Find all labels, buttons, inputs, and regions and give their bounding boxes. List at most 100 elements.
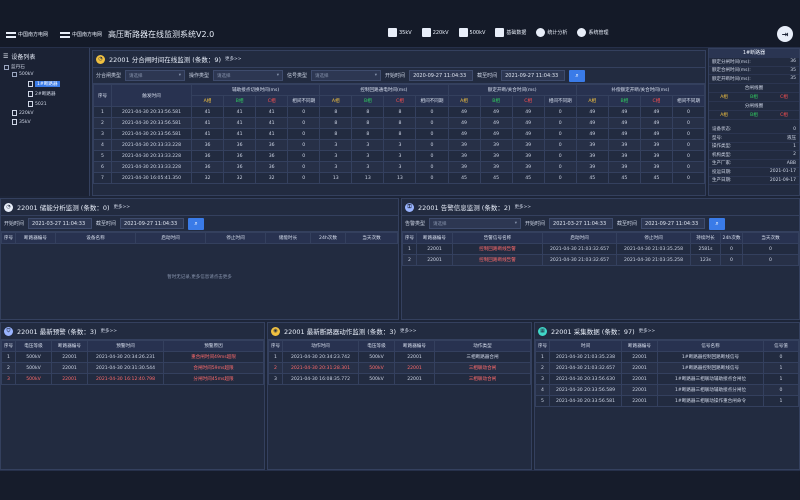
- alarm-type-select[interactable]: 请选择 ▾: [429, 218, 522, 229]
- file-icon: [28, 101, 33, 107]
- table-row[interactable]: 1 2021-04-30 21:03:35.238 22001 1#断路器控制回路断线…: [535, 351, 799, 363]
- column-header: A相: [190, 95, 225, 107]
- table-row[interactable]: 3 2021-04-30 16:08:35.772 500kV 22001 三相联动合闸: [268, 373, 531, 385]
- info-value: 液压: [787, 135, 796, 141]
- table-cell: 1#断路器控制回路断线信号: [657, 351, 764, 363]
- table-cell: 合闸时间59ms超限: [163, 362, 264, 374]
- operation-type-select[interactable]: 请选择 ▾: [213, 70, 284, 81]
- panel-title: 22001 告警信息监测 (条数：2): [418, 204, 511, 212]
- table-cell: 39: [447, 139, 481, 151]
- table-cell: 2021-04-30 20:34:23.742: [282, 351, 359, 363]
- search-button[interactable]: ⌕: [569, 69, 586, 82]
- table-cell: 39: [575, 150, 609, 162]
- file-icon: [12, 110, 17, 116]
- nav-35kv[interactable]: 35kV: [388, 28, 412, 37]
- column-header: 序号: [1, 232, 16, 244]
- shield-icon: ⛉: [4, 326, 13, 336]
- info-value: 35: [790, 76, 796, 82]
- table-row[interactable]: 2 500kV 22001 2021-04-30 20:31:30.544 合闸时间59…: [1, 362, 264, 374]
- table-cell: 5: [535, 395, 550, 407]
- tree-node-35kv[interactable]: 35kV: [12, 119, 31, 125]
- table-cell: 2021-04-30 21:03:32.657: [542, 243, 617, 255]
- table-cell: 36: [255, 139, 289, 151]
- table-row[interactable]: 1 500kV 22001 2021-04-30 20:34:26.231 重合闸时间4…: [1, 351, 264, 363]
- nav-basic-data[interactable]: 基础数据: [495, 28, 526, 37]
- more-link[interactable]: 更多>>: [639, 328, 656, 334]
- house-icon: [388, 28, 397, 37]
- table-row[interactable]: 2 2021-04-30 21:03:32.657 22001 1#断路器控制回路断线…: [535, 362, 799, 374]
- end-time-input[interactable]: 2021-09-27 11:04:33: [120, 218, 185, 229]
- switch-time-table: 序号 触发时间 辅助接点切换时间(ms) 控制回路通电时间(ms) 额定开断/关…: [93, 84, 705, 184]
- table-row[interactable]: 7 2021-04-30 16:05:41.350 32 32 32 0 13 13 13 0 45…: [93, 172, 705, 184]
- more-link[interactable]: 更多>>: [400, 328, 417, 334]
- start-time-input[interactable]: 2020-09-27 11:04:33: [409, 70, 474, 81]
- table-cell: 41: [190, 106, 225, 118]
- start-time-input[interactable]: 2021-03-27 11:04:33: [28, 218, 93, 229]
- tree-node-5021[interactable]: 5021: [28, 101, 47, 107]
- tree-node-500kv[interactable]: 500kV: [12, 72, 34, 77]
- tree-node-breaker-1[interactable]: 1#断路器: [28, 81, 60, 87]
- table-row[interactable]: 2 2021-04-30 20:33:56.581 41 41 41 0 8 8 8 0 49 49 4…: [93, 117, 705, 129]
- column-header: 动作时间: [282, 340, 359, 352]
- table-cell: 0: [287, 172, 321, 184]
- nav-statistics[interactable]: 统计分析: [536, 28, 567, 37]
- table-cell: 3: [535, 373, 550, 385]
- search-icon: ⌕: [575, 71, 579, 79]
- table-cell: 8: [383, 117, 417, 129]
- table-row[interactable]: 5 2021-04-30 20:33:33.228 36 36 36 0 3 3 3 0 39 39 3…: [93, 150, 705, 162]
- logo-csg-1: 中国南方电网: [6, 30, 48, 39]
- table-cell: 49: [447, 128, 481, 140]
- collapse-icon: [4, 64, 9, 70]
- tree-node-220kv[interactable]: 220kV: [12, 110, 34, 116]
- tree-node-station[interactable]: 蓝丹石: [4, 64, 25, 70]
- panel-title: 22001 采集数据 (条数：97): [551, 328, 635, 336]
- end-time-input[interactable]: 2021-09-27 11:04:33: [501, 70, 566, 81]
- table-cell: 500kV: [15, 351, 52, 363]
- table-row[interactable]: 1 22001 控制回路断线告警 2021-04-30 21:03:32.657 202…: [402, 243, 799, 255]
- signal-type-select[interactable]: 请选择 ▾: [311, 70, 382, 81]
- table-row[interactable]: 6 2021-04-30 20:33:33.228 36 36 36 0 3 3 3 0 39 39 3…: [93, 161, 705, 173]
- tree-node-breaker-2[interactable]: 2#断路器: [28, 91, 56, 97]
- panel-title: 22001 储能分析监测 (条数：0): [17, 204, 110, 212]
- table-row[interactable]: 3 2021-04-30 20:33:56.630 22001 1#断路器三相联动辅助…: [535, 373, 799, 385]
- nav-system-management[interactable]: 系统管理: [577, 28, 608, 37]
- table-cell: 39: [447, 161, 481, 173]
- nav-500kv[interactable]: 500kV: [458, 28, 485, 37]
- search-button[interactable]: ⌕: [709, 217, 726, 230]
- start-time-input[interactable]: 2021-03-27 11:04:33: [549, 218, 614, 229]
- info-value: 2: [793, 152, 796, 158]
- logout-button[interactable]: ⇥: [777, 26, 793, 42]
- table-row[interactable]: 2 22001 控制回路断线告警 2021-04-30 21:03:32.657 202…: [402, 254, 799, 266]
- info-value: 35: [790, 67, 796, 73]
- more-link[interactable]: 更多>>: [101, 328, 118, 334]
- phase-label: C相: [780, 112, 788, 118]
- house-icon: [458, 28, 468, 37]
- table-cell: 49: [479, 117, 513, 129]
- table-cell: 41: [255, 128, 289, 140]
- table-row[interactable]: 2 2021-04-30 20:31:28.301 500kV 22001 三相联动合闸: [268, 362, 531, 374]
- more-link[interactable]: 更多>>: [225, 56, 242, 62]
- column-header: 时间: [549, 340, 622, 352]
- more-link[interactable]: 更多>>: [515, 204, 532, 210]
- table-row[interactable]: 3 500kV 22001 2021-04-30 16:12:40.798 分闸时间45…: [1, 373, 264, 385]
- column-header: 断路器编号: [15, 232, 56, 244]
- table-row[interactable]: 1 2021-04-30 20:33:56.581 41 41 41 0 8 8 8 0 49 49 4…: [93, 106, 705, 118]
- table-row[interactable]: 4 2021-04-30 20:33:33.228 36 36 36 0 3 3 3 0 39 39 3…: [93, 139, 705, 151]
- table-cell: 22001: [621, 351, 658, 363]
- table-row[interactable]: 5 2021-04-30 20:33:56.581 22001 1#断路器三相联动操作…: [535, 395, 799, 407]
- switch-type-select[interactable]: 请选择 ▾: [125, 70, 186, 81]
- table-cell: 22001: [416, 243, 453, 255]
- table-row[interactable]: 1 2021-04-30 20:34:23.742 500kV 22001 三相断路器合…: [268, 351, 531, 363]
- table-row[interactable]: 4 2021-04-30 20:33:56.589 22001 1#断路器三相联动辅助…: [535, 384, 799, 396]
- search-button[interactable]: ⌕: [188, 217, 205, 230]
- table-cell: 2021-04-30 20:33:56.589: [549, 384, 622, 396]
- table-row[interactable]: 3 2021-04-30 20:33:56.581 41 41 41 0 8 8 8 0 49 49 4…: [93, 128, 705, 140]
- table-cell: 2021-04-30 21:03:35.238: [549, 351, 622, 363]
- nav-220kv[interactable]: 220kV: [421, 28, 449, 37]
- table-cell: 0: [287, 117, 321, 129]
- end-time-input[interactable]: 2021-09-27 11:04:33: [641, 218, 706, 229]
- table-cell: 22001: [621, 373, 658, 385]
- info-row: 型号: 液压: [709, 134, 799, 143]
- more-link[interactable]: 更多>>: [114, 204, 131, 210]
- search-icon: ⌕: [194, 219, 198, 227]
